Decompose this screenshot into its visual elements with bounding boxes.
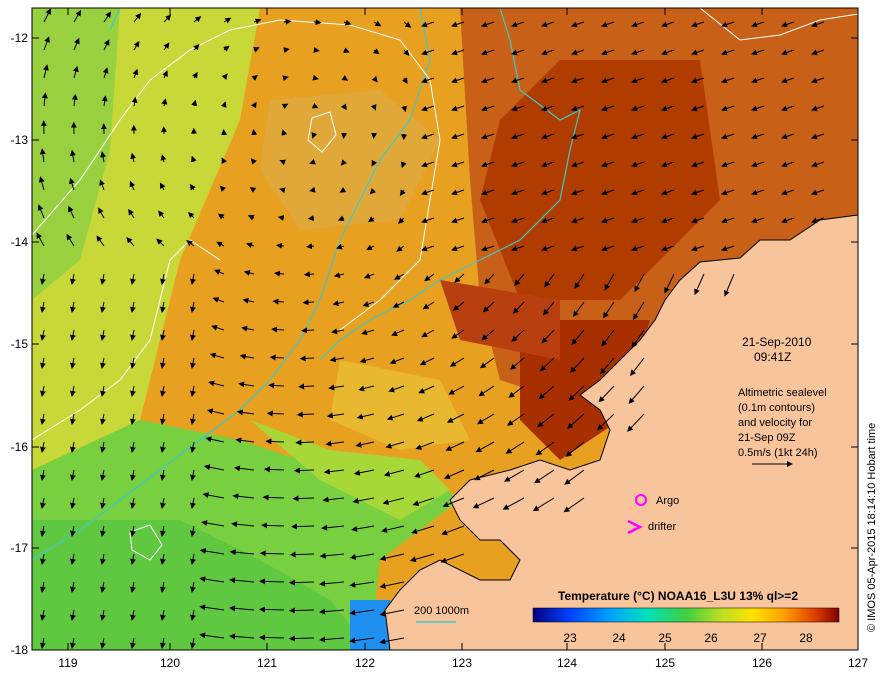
- sst-map: Argo drifter 21-Sep-2010 09:41Z Altimetr…: [11, 7, 878, 670]
- lon-tick-label: 124: [557, 656, 577, 670]
- colorbar-tick-label: 23: [563, 631, 577, 645]
- credit-text: © IMOS 05-Apr-2015 18:14:10 Hobart time: [866, 423, 878, 632]
- date-text: 21-Sep-2010: [742, 335, 812, 349]
- velocity-arrow: [301, 327, 315, 334]
- svg-text:21-Sep 09Z: 21-Sep 09Z: [738, 432, 796, 444]
- lon-tick-label: 123: [452, 656, 472, 670]
- lon-tick-label: 122: [355, 656, 375, 670]
- lat-tick-label: -14: [11, 235, 29, 249]
- lon-tick-label: 125: [655, 656, 675, 670]
- colorbar-tick-label: 26: [704, 631, 718, 645]
- velocity-arrow: [313, 19, 322, 26]
- velocity-arrow: [293, 467, 315, 474]
- svg-text:(0.1m contours): (0.1m contours): [738, 402, 815, 414]
- lon-tick-label: 119: [58, 656, 77, 670]
- velocity-arrow: [298, 383, 315, 390]
- lat-tick-label: -16: [11, 440, 29, 454]
- svg-text:0.5m/s (1kt 24h): 0.5m/s (1kt 24h): [738, 447, 817, 459]
- colorbar-gradient: [532, 607, 840, 623]
- velocity-arrow: [292, 495, 315, 502]
- velocity-arrow: [307, 215, 315, 222]
- velocity-arrow: [295, 439, 315, 446]
- velocity-arrow: [303, 271, 315, 278]
- colorbar-tick-label: 28: [799, 631, 813, 645]
- isobath-legend-label: 200 1000m: [414, 605, 469, 617]
- lon-tick-label: 121: [257, 656, 277, 670]
- svg-text:and velocity for: and velocity for: [738, 417, 812, 429]
- velocity-arrow: [299, 355, 315, 362]
- colorbar-title: Temperature (°C) NOAA16_L3U 13% ql>=2: [558, 589, 798, 603]
- velocity-arrow: [289, 635, 315, 642]
- velocity-arrow: [306, 243, 315, 250]
- velocity-arrow: [289, 607, 315, 614]
- lat-tick-label: -18: [11, 643, 29, 657]
- colorbar-tick-label: 25: [658, 631, 672, 645]
- lat-tick-label: -13: [11, 133, 29, 147]
- drifter-label: drifter: [648, 521, 676, 533]
- velocity-arrow: [259, 634, 285, 641]
- lat-tick-label: -15: [11, 337, 29, 351]
- velocity-arrow: [289, 551, 315, 558]
- svg-text:Altimetric sealevel: Altimetric sealevel: [738, 387, 827, 399]
- lat-tick-label: -17: [11, 541, 29, 555]
- lon-tick-label: 120: [160, 656, 180, 670]
- velocity-arrow: [259, 606, 285, 613]
- time-text: 09:41Z: [754, 350, 791, 364]
- lat-tick-label: -12: [11, 31, 29, 45]
- velocity-arrow: [296, 411, 315, 418]
- argo-label: Argo: [656, 495, 679, 507]
- velocity-arrow: [313, 47, 320, 53]
- velocity-arrow: [302, 299, 315, 306]
- lon-tick-label: 126: [752, 656, 772, 670]
- colorbar-tick-label: 27: [753, 631, 767, 645]
- lon-tick-label: 127: [848, 656, 868, 670]
- colorbar-tick-label: 24: [612, 631, 626, 645]
- velocity-arrow: [291, 523, 315, 530]
- velocity-arrow: [289, 579, 315, 586]
